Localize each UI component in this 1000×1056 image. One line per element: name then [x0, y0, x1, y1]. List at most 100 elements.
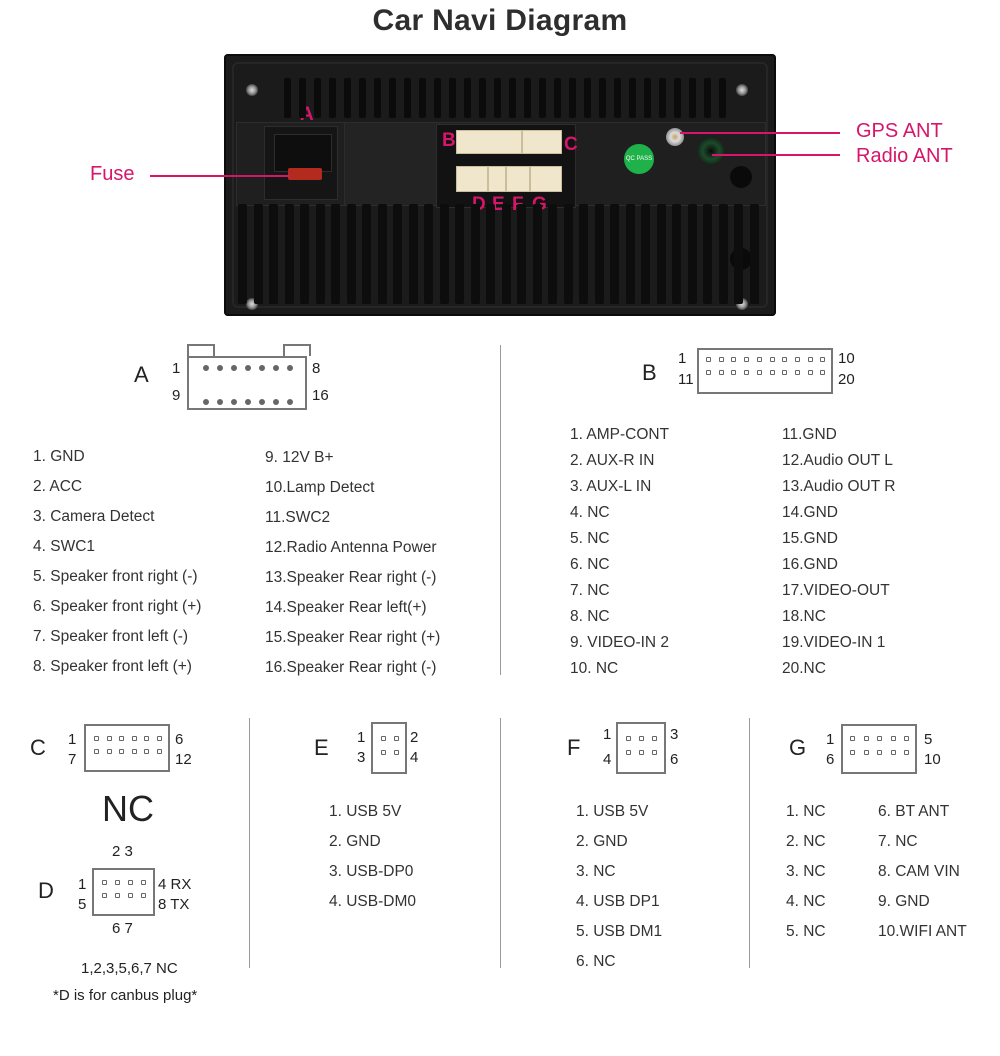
pin-dot: [102, 880, 107, 885]
vent-fin: [629, 78, 636, 118]
vent-fin: [674, 78, 681, 118]
pin-entry: 5. Speaker front right (-): [33, 568, 198, 585]
vent-fin: [644, 78, 651, 118]
pin-label: 3: [670, 726, 679, 743]
pin-dot: [731, 357, 737, 362]
vent-fin: [238, 204, 247, 304]
pin-dot: [820, 357, 826, 362]
pin-label: 8 TX: [158, 896, 190, 913]
pin-entry: 16.GND: [782, 556, 838, 573]
pin-dot: [794, 357, 800, 362]
plug-e: [488, 166, 506, 192]
pin-dot: [231, 365, 237, 371]
vent-fin: [703, 204, 712, 304]
pin-label: 12: [175, 751, 192, 768]
panel-blank: [344, 122, 440, 206]
vent-fin: [734, 204, 743, 304]
pin-dot: [128, 893, 133, 898]
pin-label: 8: [312, 360, 321, 377]
pin-dot: [217, 399, 223, 405]
pin-entry: 1. USB 5V: [576, 803, 649, 820]
vent-fin: [284, 204, 294, 304]
pin-label: 1: [172, 360, 181, 377]
pin-entry: 14.Speaker Rear left(+): [265, 599, 427, 616]
vent-fin: [362, 204, 371, 304]
vent-fin: [377, 204, 387, 304]
pin-entry: 20.NC: [782, 660, 826, 677]
vent-fin: [569, 78, 576, 118]
pin-dot: [94, 749, 99, 754]
pin-label: 6: [670, 751, 679, 768]
vent-fin: [374, 78, 381, 118]
pin-dot: [769, 357, 775, 362]
pin-entry: 7. NC: [878, 833, 918, 850]
vent-fin: [641, 204, 650, 304]
pin-dot: [782, 370, 788, 375]
pin-dot: [807, 357, 813, 362]
vent-fin: [689, 78, 696, 118]
pin-label: 2: [410, 729, 419, 746]
iso-pins: [274, 134, 332, 172]
plug-b: [456, 130, 522, 154]
screw-icon: [246, 84, 258, 96]
vent-fin: [524, 78, 531, 118]
pin-dot: [381, 750, 386, 755]
head-unit-photo: QC PASS A B C D E F G: [224, 54, 776, 316]
pin-entry: 4. USB-DM0: [329, 893, 416, 910]
pin-dot: [141, 893, 146, 898]
pin-label: 9: [172, 387, 181, 404]
pin-entry: 1. USB 5V: [329, 803, 402, 820]
plug-f: [506, 166, 530, 192]
pin-dot: [904, 736, 909, 741]
pin-entry: 9. VIDEO-IN 2: [570, 634, 670, 651]
pin-entry: 18.NC: [782, 608, 826, 625]
pin-dot: [639, 736, 644, 741]
pin-dot: [273, 399, 279, 405]
fuse-label: Fuse: [90, 163, 135, 185]
connector-g-letter: G: [789, 735, 807, 760]
vent-fin: [548, 204, 557, 304]
pin-entry: 4. NC: [570, 504, 610, 521]
pin-label: 1: [78, 876, 87, 893]
pin-dot: [863, 736, 869, 741]
vent-fin: [594, 204, 604, 304]
pin-entry: 9. GND: [878, 893, 930, 910]
pin-dot: [744, 357, 750, 362]
pin-entry: 5. USB DM1: [576, 923, 663, 940]
connector-c-diagram: [84, 724, 170, 772]
pin-dot: [850, 750, 855, 755]
pin-dot: [156, 736, 162, 741]
pin-dot: [639, 750, 644, 755]
connector-a-letter: A: [134, 362, 149, 387]
connector-b-letter: B: [642, 360, 657, 385]
pin-label: 4 RX: [158, 876, 192, 893]
pin-dot: [141, 880, 146, 885]
pin-dot: [144, 736, 149, 741]
pin-entry: 8. CAM VIN: [878, 863, 960, 880]
gps-ant-label: GPS ANT: [856, 120, 943, 142]
pin-entry: 6. Speaker front right (+): [33, 598, 202, 615]
connector-d-diagram: [92, 868, 155, 916]
pin-entry: 2. GND: [576, 833, 628, 850]
pin-dot: [115, 880, 120, 885]
pin-entry: 2. ACC: [33, 478, 83, 495]
connector-b-pins-left: 1. AMP-CONT 2. AUX-R IN 3. AUX-L IN 4. NC 5.…: [570, 422, 669, 682]
pin-dot: [820, 370, 826, 375]
vent-fin: [359, 78, 366, 118]
pin-dot: [652, 736, 657, 741]
pin-label: 1: [68, 731, 77, 748]
connector-g-pins-left: 1. NC 2. NC 3. NC 4. NC 5. NC: [786, 797, 826, 947]
pin-dot: [756, 370, 762, 375]
pin-dot: [718, 370, 724, 375]
pin-label: 6: [826, 751, 835, 768]
photo-label-b: B: [442, 130, 456, 151]
pin-dot: [744, 370, 750, 375]
pin-dot: [231, 399, 237, 405]
connector-g-pins-right: 6. BT ANT 7. NC 8. CAM VIN 9. GND 10.WIFI AN…: [878, 797, 967, 947]
pin-entry: 1. AMP-CONT: [570, 426, 670, 443]
pin-dot: [203, 365, 209, 371]
vent-fin: [584, 78, 591, 118]
pin-entry: 2. NC: [786, 833, 826, 850]
divider: [749, 718, 750, 968]
vent-fin: [408, 204, 418, 304]
